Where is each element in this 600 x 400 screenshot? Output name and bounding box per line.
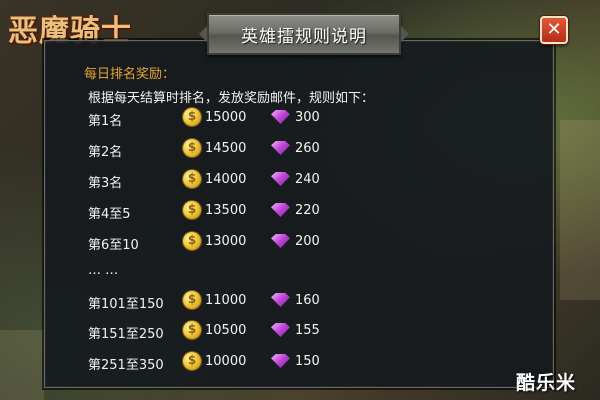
gold-amount: 15000 — [205, 110, 247, 125]
purple-gem-icon — [271, 203, 290, 217]
gold-coin-icon — [183, 170, 201, 188]
gold-amount: 13000 — [205, 234, 247, 249]
gold-coin-icon — [183, 291, 201, 309]
gem-amount: 220 — [295, 203, 320, 218]
watermark: 酷乐米 — [516, 372, 577, 394]
purple-gem-icon — [271, 110, 290, 124]
gold-coin-icon — [183, 321, 201, 339]
rank-label: 第1名 — [88, 114, 123, 129]
gold-amount: 11000 — [205, 293, 247, 308]
rank-label: 第101至150 — [88, 297, 164, 312]
reward-row: 第6至10 13000 200 — [0, 232, 600, 254]
gold-amount: 10000 — [205, 354, 247, 369]
gem-amount: 260 — [295, 141, 320, 156]
gold-coin-icon — [183, 139, 201, 157]
reward-row: 第2名 14500 260 — [0, 139, 600, 161]
gem-amount: 155 — [295, 323, 320, 338]
purple-gem-icon — [271, 234, 290, 248]
ellipsis-text: … … — [88, 263, 119, 278]
section-title: 每日排名奖励： — [84, 67, 176, 82]
purple-gem-icon — [271, 141, 290, 155]
gold-coin-icon — [183, 108, 201, 126]
reward-row: 第151至250 10500 155 — [0, 321, 600, 343]
gem-amount: 200 — [295, 234, 320, 249]
rank-label: 第251至350 — [88, 358, 164, 373]
close-icon: ✕ — [546, 19, 562, 40]
gem-amount: 160 — [295, 293, 320, 308]
dialog-title-plate: 英雄擂规则说明 — [199, 13, 409, 55]
reward-row: 第101至150 11000 160 — [0, 291, 600, 313]
gem-amount: 150 — [295, 354, 320, 369]
rank-label: 第3名 — [88, 176, 123, 191]
reward-row: 第251至350 10000 150 — [0, 352, 600, 374]
purple-gem-icon — [271, 172, 290, 186]
purple-gem-icon — [271, 354, 290, 368]
purple-gem-icon — [271, 293, 290, 307]
gold-coin-icon — [183, 232, 201, 250]
rules-intro: 根据每天结算时排名，发放奖励邮件，规则如下： — [88, 91, 375, 106]
rank-label: 第4至5 — [88, 207, 131, 222]
rank-label: 第2名 — [88, 145, 123, 160]
dialog-title: 英雄擂规则说明 — [241, 26, 367, 47]
gold-amount: 14000 — [205, 172, 247, 187]
reward-row: 第3名 14000 240 — [0, 170, 600, 192]
gem-amount: 240 — [295, 172, 320, 187]
gold-amount: 14500 — [205, 141, 247, 156]
gold-amount: 10500 — [205, 323, 247, 338]
close-button[interactable]: ✕ — [540, 16, 568, 44]
gold-coin-icon — [183, 352, 201, 370]
rank-label: 第6至10 — [88, 238, 139, 253]
rank-label: 第151至250 — [88, 327, 164, 342]
gem-amount: 300 — [295, 110, 320, 125]
reward-row: 第4至5 13500 220 — [0, 201, 600, 223]
gold-coin-icon — [183, 201, 201, 219]
purple-gem-icon — [271, 323, 290, 337]
reward-row: 第1名 15000 300 — [0, 108, 600, 130]
gold-amount: 13500 — [205, 203, 247, 218]
